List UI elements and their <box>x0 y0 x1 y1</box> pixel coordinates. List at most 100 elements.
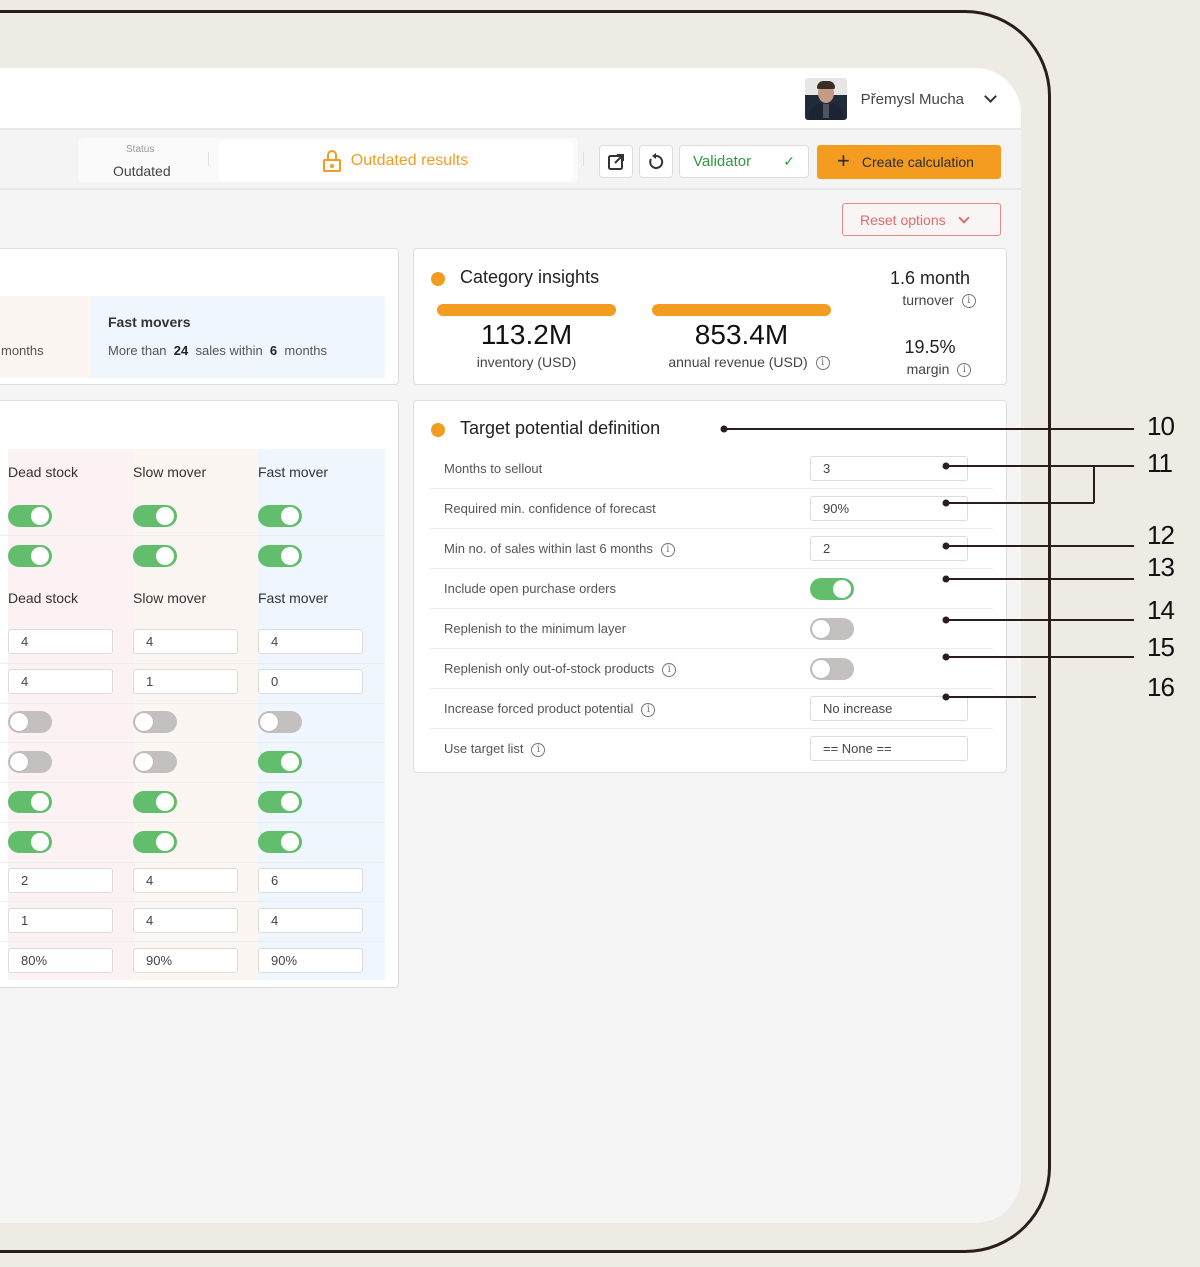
setting-label: Min no. of sales within last 6 months <box>444 541 653 556</box>
fast-desc-prefix: More than <box>108 343 167 358</box>
info-icon[interactable]: i <box>815 356 830 371</box>
row-divider <box>0 663 385 664</box>
value-input[interactable]: 0 <box>258 669 363 694</box>
setting-toggle[interactable] <box>810 578 854 600</box>
divider <box>583 152 584 166</box>
setting-label-wrap: Required min. confidence of forecast <box>444 501 656 516</box>
check-icon: ✓ <box>783 153 795 169</box>
toggle-switch[interactable] <box>8 711 52 733</box>
fast-movers-section <box>91 296 385 378</box>
value-input[interactable]: 4 <box>133 868 238 893</box>
value-input[interactable]: 1 <box>133 669 238 694</box>
setting-label-wrap: Use target list i <box>444 741 546 757</box>
toggle-switch[interactable] <box>133 505 177 527</box>
annotation-number: 13 <box>1147 552 1175 582</box>
setting-select[interactable]: == None == <box>810 736 968 761</box>
column-header: Slow mover <box>133 590 207 606</box>
validator-button[interactable]: Validator ✓ <box>679 145 809 178</box>
reset-options-button[interactable]: Reset options <box>842 203 1001 236</box>
setting-label-wrap: Months to sellout <box>444 461 542 476</box>
value-input[interactable]: 2 <box>8 868 113 893</box>
info-icon[interactable]: i <box>641 702 656 717</box>
value-input[interactable]: 1 <box>8 908 113 933</box>
toggle-switch[interactable] <box>8 791 52 813</box>
setting-label-wrap: Replenish only out-of-stock products i <box>444 661 677 677</box>
outdated-results-text: Outdated results <box>350 152 469 169</box>
category-insights-card: Category insights 113.2M inventory (USD)… <box>413 248 1007 385</box>
revenue-label: annual revenue (USD) <box>668 354 808 370</box>
setting-select[interactable]: No increase <box>810 696 968 721</box>
value-input[interactable]: 90% <box>133 948 238 973</box>
margin-value: 19.5% <box>904 337 956 357</box>
chevron-down-icon <box>957 211 970 224</box>
info-icon[interactable]: i <box>662 662 677 677</box>
toggle-switch[interactable] <box>258 505 302 527</box>
target-potential-card: Target potential definition Months to se… <box>413 400 1007 773</box>
chevron-down-icon[interactable] <box>984 90 997 103</box>
revenue-bar <box>652 304 831 316</box>
toggle-switch[interactable] <box>133 545 177 567</box>
annotation-number: 15 <box>1147 632 1175 662</box>
toggle-switch[interactable] <box>133 711 177 733</box>
toggle-switch[interactable] <box>8 545 52 567</box>
value-input[interactable]: 4 <box>133 629 238 654</box>
setting-input[interactable]: 90% <box>810 496 968 521</box>
row-divider <box>0 901 385 902</box>
value-input[interactable]: 6 <box>258 868 363 893</box>
value-input[interactable]: 80% <box>8 948 113 973</box>
column-header: Dead stock <box>8 464 79 480</box>
setting-toggle[interactable] <box>810 658 854 680</box>
value-input[interactable]: 4 <box>8 629 113 654</box>
fast-desc-suffix: months <box>284 343 328 358</box>
open-external-button[interactable] <box>599 145 633 178</box>
toggle-switch[interactable] <box>258 751 302 773</box>
toggle-switch[interactable] <box>133 791 177 813</box>
row-divider <box>0 535 385 536</box>
value-input[interactable]: 90% <box>258 948 363 973</box>
user-menu[interactable]: Přemysl Mucha <box>804 78 997 120</box>
revenue-label-wrap: annual revenue (USD) i <box>629 354 869 371</box>
setting-input[interactable]: 3 <box>810 456 968 481</box>
turnover-label-wrap: turnover i <box>864 292 1014 309</box>
value-input[interactable]: 4 <box>8 669 113 694</box>
create-calculation-button[interactable]: + Create calculation <box>817 145 1001 179</box>
toggle-switch[interactable] <box>258 791 302 813</box>
toggle-switch[interactable] <box>8 831 52 853</box>
toggle-switch[interactable] <box>258 711 302 733</box>
value-input[interactable]: 4 <box>258 629 363 654</box>
setting-input[interactable]: 2 <box>810 536 968 561</box>
top-bar: Přemysl Mucha <box>0 68 1021 130</box>
setting-label-wrap: Include open purchase orders <box>444 581 616 596</box>
row-divider <box>0 703 385 704</box>
toggle-switch[interactable] <box>133 831 177 853</box>
column-header: Fast mover <box>258 464 329 480</box>
fast-movers-sales-count: 24 <box>173 343 189 358</box>
turnover-value: 1.6 month <box>889 268 971 288</box>
value-input[interactable]: 4 <box>133 908 238 933</box>
info-icon[interactable]: i <box>660 542 675 557</box>
value-input[interactable]: 4 <box>258 908 363 933</box>
setting-row: Use target list i == None == <box>429 729 993 769</box>
setting-toggle[interactable] <box>810 618 854 640</box>
info-icon[interactable]: i <box>961 294 976 309</box>
setting-label: Replenish only out-of-stock products <box>444 661 655 676</box>
setting-label: Use target list <box>444 741 524 756</box>
setting-label: Months to sellout <box>444 461 543 476</box>
toggle-switch[interactable] <box>8 505 52 527</box>
toggle-switch[interactable] <box>133 751 177 773</box>
refresh-button[interactable] <box>639 145 673 178</box>
status-dot-icon <box>431 272 445 286</box>
app-screen: Přemysl Mucha Status Outdated Outdated r… <box>0 68 1021 1223</box>
slow-movers-section <box>0 296 91 378</box>
turnover-label: turnover <box>902 292 954 308</box>
reset-options-label: Reset options <box>860 211 946 228</box>
toggle-switch[interactable] <box>8 751 52 773</box>
validator-label: Validator <box>693 153 752 170</box>
avatar[interactable] <box>804 78 847 120</box>
toggle-switch[interactable] <box>258 831 302 853</box>
info-icon[interactable]: i <box>531 742 546 757</box>
info-icon[interactable]: i <box>957 363 972 378</box>
margin-label-wrap: margin i <box>864 361 1014 378</box>
toggle-switch[interactable] <box>258 545 302 567</box>
fast-movers-description: More than 24 sales within 6 months <box>108 343 327 358</box>
